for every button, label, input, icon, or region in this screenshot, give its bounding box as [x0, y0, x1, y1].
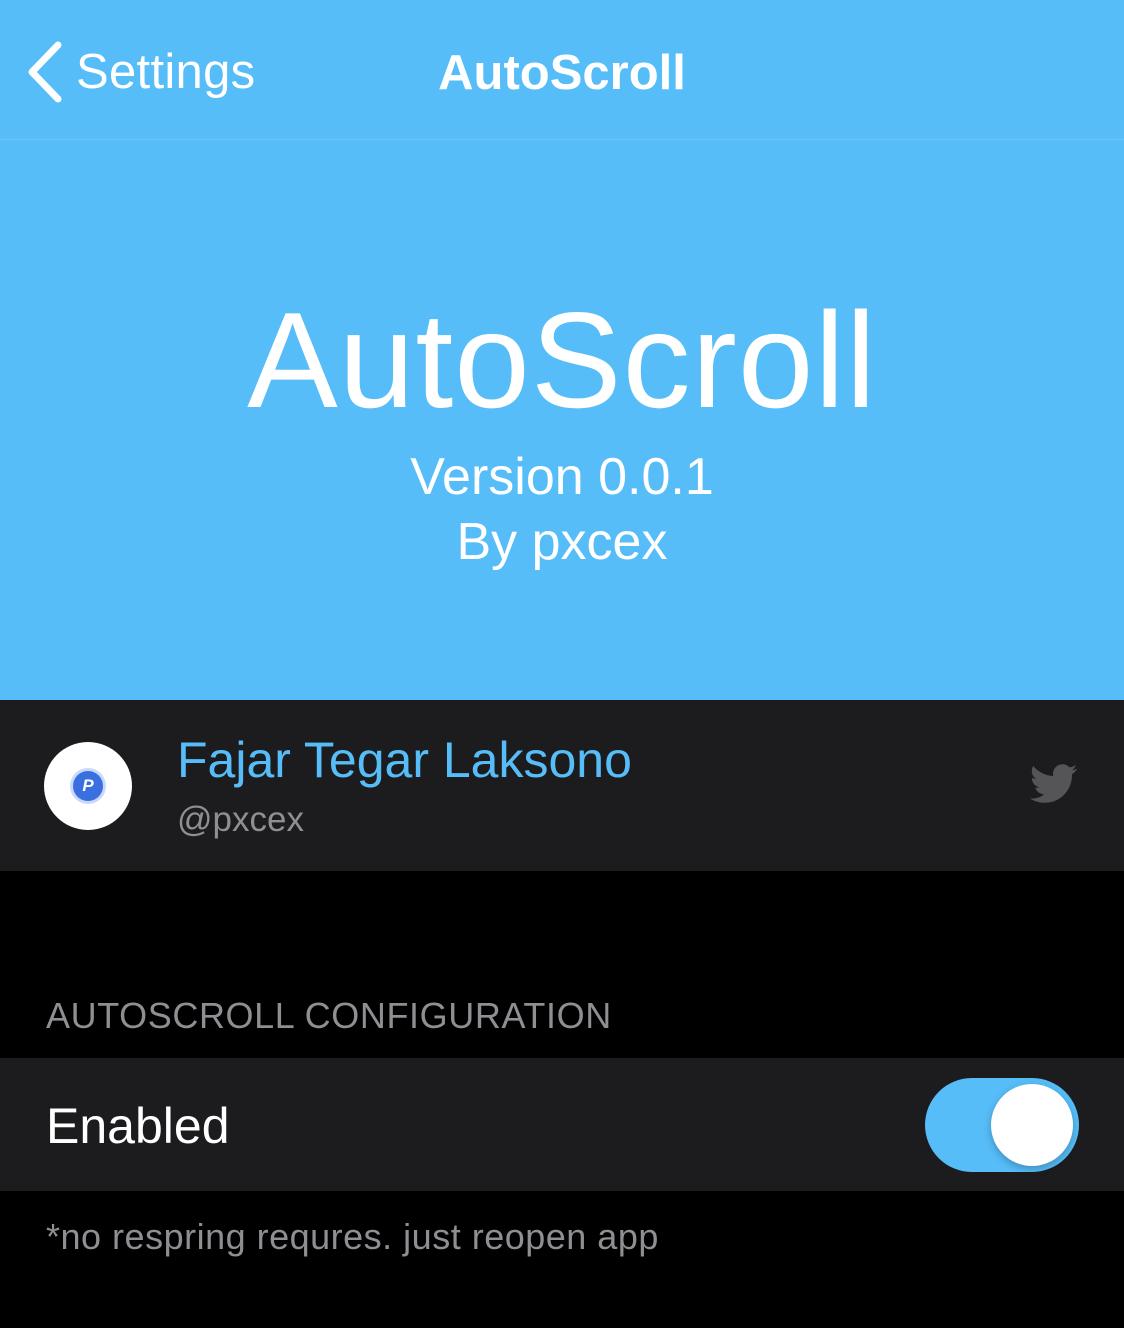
nav-title: AutoScroll: [438, 46, 686, 100]
section-header-configuration: AUTOSCROLL CONFIGURATION: [46, 995, 612, 1036]
profile-handle: @pxcex: [177, 800, 304, 839]
header-title: AutoScroll: [247, 284, 877, 436]
header-version: Version 0.0.1: [410, 448, 714, 506]
avatar-logo: P: [73, 771, 103, 801]
enabled-label: Enabled: [46, 1098, 230, 1154]
section-footer-note: *no respring requres. just reopen app: [46, 1216, 659, 1257]
profile-name: Fajar Tegar Laksono: [177, 732, 632, 788]
developer-profile-cell[interactable]: P Fajar Tegar Laksono @pxcex: [0, 700, 1124, 871]
navigation-bar: Settings AutoScroll: [0, 0, 1124, 140]
twitter-icon: [1030, 764, 1078, 803]
avatar: P: [44, 742, 132, 830]
tweak-header: AutoScroll Version 0.0.1 By pxcex: [0, 140, 1124, 700]
enabled-cell: Enabled: [0, 1058, 1124, 1191]
header-author: By pxcex: [456, 513, 668, 571]
switch-knob: [991, 1084, 1073, 1166]
enabled-switch[interactable]: [925, 1078, 1079, 1172]
